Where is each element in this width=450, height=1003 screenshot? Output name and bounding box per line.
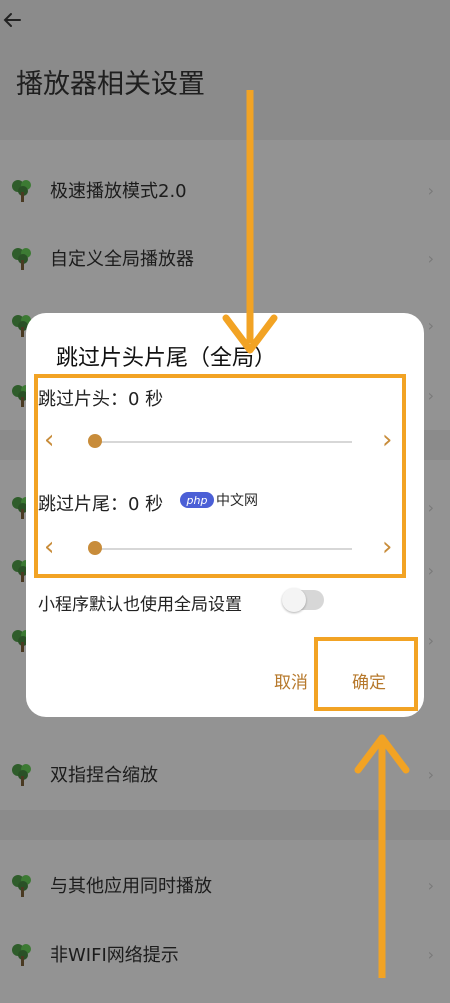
tree-icon: [12, 248, 31, 270]
watermark-logo: php: [180, 492, 214, 508]
settings-row-label: 自定义全局播放器: [50, 249, 194, 270]
chevron-right-icon: ›: [427, 630, 434, 650]
annotation-down-arrow-icon: [222, 90, 278, 354]
chevron-right-icon: ›: [427, 180, 434, 200]
tree-icon: [12, 944, 31, 966]
watermark-text: 中文网: [216, 493, 258, 509]
settings-row-label: 极速播放模式2.0: [50, 181, 187, 202]
chevron-right-icon: ›: [427, 875, 434, 895]
annotation-frame-sliders: [34, 374, 406, 578]
settings-row-label: 与其他应用同时播放: [50, 876, 212, 897]
tree-icon: [12, 180, 31, 202]
chevron-right-icon: ›: [427, 764, 434, 784]
chevron-right-icon: ›: [427, 944, 434, 964]
tree-icon: [12, 764, 31, 786]
settings-row-label: 非WIFI网络提示: [50, 945, 179, 966]
toggle-knob: [282, 588, 306, 612]
tree-icon: [12, 875, 31, 897]
chevron-right-icon: ›: [427, 385, 434, 405]
chevron-right-icon: ›: [427, 497, 434, 517]
annotation-up-arrow-icon: [354, 734, 410, 978]
page-title: 播放器相关设置: [16, 69, 205, 100]
watermark: php 中文网: [180, 490, 258, 510]
back-arrow-icon[interactable]: [0, 6, 28, 34]
chevron-right-icon: ›: [427, 315, 434, 335]
mini-program-toggle[interactable]: [282, 588, 324, 612]
cancel-button[interactable]: 取消: [274, 668, 308, 693]
chevron-right-icon: ›: [427, 248, 434, 268]
annotation-frame-confirm: [314, 637, 418, 711]
settings-row-label: 双指捏合缩放: [50, 765, 158, 786]
mini-program-switch-label: 小程序默认也使用全局设置: [38, 595, 242, 615]
chevron-right-icon: ›: [427, 560, 434, 580]
